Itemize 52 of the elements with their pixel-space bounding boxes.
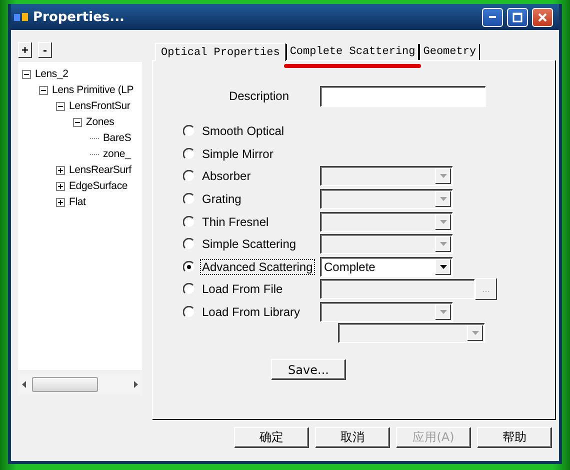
description-label: Description xyxy=(228,89,289,103)
tree-item[interactable]: Flat xyxy=(65,196,86,208)
tab[interactable]: Geometry xyxy=(419,44,480,60)
expand-icon[interactable] xyxy=(56,182,65,190)
radio-label[interactable]: Smooth Optical xyxy=(200,123,286,140)
dropdown[interactable] xyxy=(338,323,485,344)
scroll-right-icon[interactable] xyxy=(134,380,138,388)
expand-icon[interactable] xyxy=(56,198,65,206)
radio-button[interactable] xyxy=(183,125,195,138)
tree-item[interactable]: zone_ xyxy=(99,148,131,160)
maximize-button[interactable] xyxy=(507,8,528,26)
caret-icon xyxy=(440,197,446,202)
minimize-button[interactable] xyxy=(482,8,503,26)
tree-item[interactable]: BareS xyxy=(99,132,132,144)
close-icon xyxy=(537,12,548,22)
cancel-button[interactable]: 取消 xyxy=(315,427,390,448)
caret-icon xyxy=(440,264,446,269)
caret-icon xyxy=(440,220,446,224)
window-title: Properties... xyxy=(33,10,126,24)
collapse-icon[interactable] xyxy=(73,118,82,126)
collapse-all-button[interactable]: - xyxy=(38,42,52,58)
collapse-icon[interactable] xyxy=(39,86,48,94)
expand-icon[interactable] xyxy=(56,166,65,174)
ok-button[interactable]: 确定 xyxy=(234,427,309,448)
radio-label[interactable]: Advanced Scattering xyxy=(200,258,315,275)
dropdown[interactable]: Complete xyxy=(320,256,453,277)
close-button[interactable] xyxy=(532,8,553,26)
tree-item[interactable]: LensRearSurf xyxy=(65,164,132,176)
app-icon xyxy=(13,11,29,23)
collapse-icon[interactable] xyxy=(56,102,65,110)
caret-icon xyxy=(440,242,446,246)
caret-icon xyxy=(440,310,446,314)
tab[interactable]: Optical Properties xyxy=(155,43,286,61)
tree-item[interactable]: EdgeSurface xyxy=(65,180,128,192)
tree-item[interactable]: LensFrontSur xyxy=(65,100,130,112)
save-button[interactable]: Save... xyxy=(271,359,346,380)
minimize-icon xyxy=(489,16,496,18)
collapse-icon[interactable] xyxy=(22,70,31,78)
radio-label[interactable]: Simple Mirror xyxy=(200,146,276,162)
tree-item[interactable]: Lens_2 xyxy=(31,68,68,80)
caret-icon xyxy=(472,331,478,336)
scroll-left-icon[interactable] xyxy=(22,380,26,388)
help-button[interactable]: 帮助 xyxy=(477,427,552,448)
tree-item[interactable]: Lens Primitive (LP xyxy=(48,84,134,96)
caret-icon xyxy=(440,174,446,178)
maximize-icon xyxy=(512,12,523,22)
expand-all-button[interactable]: + xyxy=(18,42,32,58)
radio-button[interactable] xyxy=(183,148,195,160)
description-field[interactable] xyxy=(320,86,486,106)
radio-button[interactable] xyxy=(183,260,195,273)
dropdown-value: Complete xyxy=(323,260,376,274)
tree-item[interactable]: Zones xyxy=(82,116,114,128)
